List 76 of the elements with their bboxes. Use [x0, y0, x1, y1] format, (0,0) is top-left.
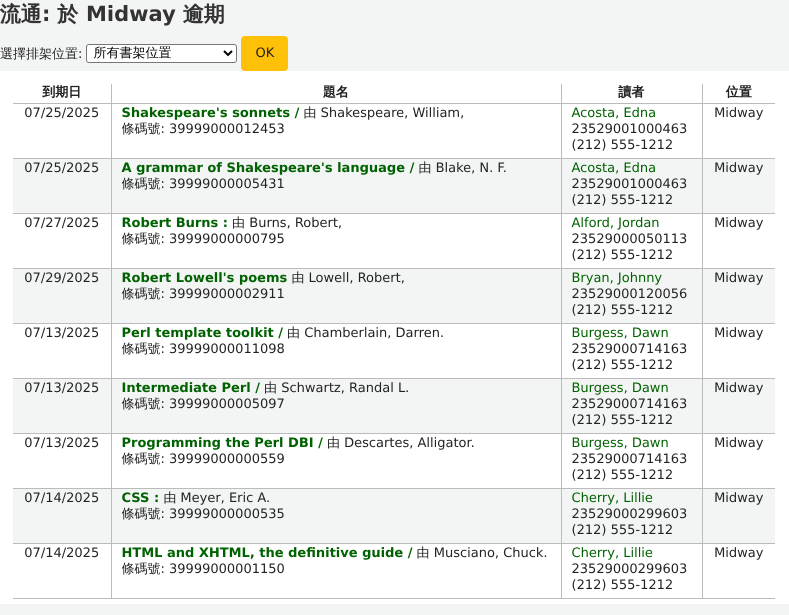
card-number: 23529000299603 — [572, 562, 688, 577]
location-text: Midway — [714, 326, 764, 341]
phone-number: (212) 555-1212 — [572, 138, 674, 153]
author-text: 由 Shakespeare, William, — [303, 106, 464, 121]
card-number: 23529000299603 — [572, 507, 688, 522]
title-link[interactable]: CSS : — [122, 491, 160, 506]
location-select[interactable]: 所有書架位置 — [86, 44, 238, 63]
due-date: 07/13/2025 — [24, 326, 100, 341]
patron-link[interactable]: Alford, Jordan — [572, 216, 660, 231]
barcode-text: 條碼號: 39999000012453 — [122, 122, 285, 137]
barcode-text: 條碼號: 39999000000795 — [122, 232, 285, 247]
author-text: 由 Burns, Robert, — [232, 216, 342, 231]
due-date: 07/14/2025 — [24, 491, 100, 506]
author-text: 由 Lowell, Robert, — [291, 271, 405, 286]
title-link[interactable]: HTML and XHTML, the definitive guide / — [122, 546, 412, 561]
patron-link[interactable]: Cherry, Lillie — [572, 491, 653, 506]
title-link[interactable]: Perl template toolkit / — [122, 326, 284, 341]
card-number: 23529001000463 — [572, 177, 688, 192]
phone-number: (212) 555-1212 — [572, 358, 674, 373]
due-date: 07/25/2025 — [24, 161, 100, 176]
due-date: 07/13/2025 — [24, 381, 100, 396]
phone-number: (212) 555-1212 — [572, 193, 674, 208]
due-date: 07/13/2025 — [24, 436, 100, 451]
card-number: 23529000714163 — [572, 452, 688, 467]
title-link[interactable]: Intermediate Perl / — [122, 381, 260, 396]
location-text: Midway — [714, 216, 764, 231]
due-date: 07/25/2025 — [24, 106, 100, 121]
location-text: Midway — [714, 546, 764, 561]
page-title: 流通: 於 Midway 逾期 — [0, 1, 226, 28]
card-number: 23529001000463 — [572, 122, 688, 137]
barcode-text: 條碼號: 39999000000535 — [122, 507, 285, 522]
barcode-text: 條碼號: 39999000011098 — [122, 342, 285, 357]
due-date: 07/27/2025 — [24, 216, 100, 231]
due-date: 07/14/2025 — [24, 546, 100, 561]
phone-number: (212) 555-1212 — [572, 303, 674, 318]
author-text: 由 Blake, N. F. — [418, 161, 507, 176]
title-link[interactable]: A grammar of Shakespeare's language / — [122, 161, 414, 176]
author-text: 由 Descartes, Alligator. — [327, 436, 475, 451]
phone-number: (212) 555-1212 — [572, 248, 674, 263]
patron-link[interactable]: Burgess, Dawn — [572, 326, 669, 341]
due-date: 07/29/2025 — [24, 271, 100, 286]
card-number: 23529000714163 — [572, 397, 688, 412]
location-text: Midway — [714, 491, 764, 506]
title-link[interactable]: Shakespeare's sonnets / — [122, 106, 300, 121]
author-text: 由 Meyer, Eric A. — [163, 491, 270, 506]
barcode-text: 條碼號: 39999000002911 — [122, 287, 285, 302]
barcode-text: 條碼號: 39999000000559 — [122, 452, 285, 467]
barcode-text: 條碼號: 39999000005431 — [122, 177, 285, 192]
barcode-text: 條碼號: 39999000005097 — [122, 397, 285, 412]
barcode-text: 條碼號: 39999000001150 — [122, 562, 285, 577]
ok-button[interactable]: OK — [241, 36, 288, 71]
location-text: Midway — [714, 436, 764, 451]
patron-link[interactable]: Bryan, Johnny — [572, 271, 662, 286]
location-text: Midway — [714, 381, 764, 396]
title-link[interactable]: Robert Burns : — [122, 216, 228, 231]
patron-link[interactable]: Acosta, Edna — [572, 161, 656, 176]
patron-link[interactable]: Cherry, Lillie — [572, 546, 653, 561]
card-number: 23529000050113 — [572, 232, 688, 247]
author-text: 由 Musciano, Chuck. — [416, 546, 548, 561]
phone-number: (212) 555-1212 — [572, 523, 674, 538]
phone-number: (212) 555-1212 — [572, 413, 674, 428]
location-text: Midway — [714, 271, 764, 286]
title-link[interactable]: Robert Lowell's poems — [122, 271, 288, 286]
phone-number: (212) 555-1212 — [572, 468, 674, 483]
location-text: Midway — [714, 106, 764, 121]
title-link[interactable]: Programming the Perl DBI / — [122, 436, 323, 451]
location-text: Midway — [714, 161, 764, 176]
patron-link[interactable]: Acosta, Edna — [572, 106, 656, 121]
filter-label: 選擇排架位置: — [0, 46, 82, 62]
card-number: 23529000120056 — [572, 287, 688, 302]
patron-link[interactable]: Burgess, Dawn — [572, 381, 669, 396]
card-number: 23529000714163 — [572, 342, 688, 357]
phone-number: (212) 555-1212 — [572, 578, 674, 593]
patron-link[interactable]: Burgess, Dawn — [572, 436, 669, 451]
author-text: 由 Chamberlain, Darren. — [287, 326, 444, 341]
author-text: 由 Schwartz, Randal L. — [264, 381, 410, 396]
